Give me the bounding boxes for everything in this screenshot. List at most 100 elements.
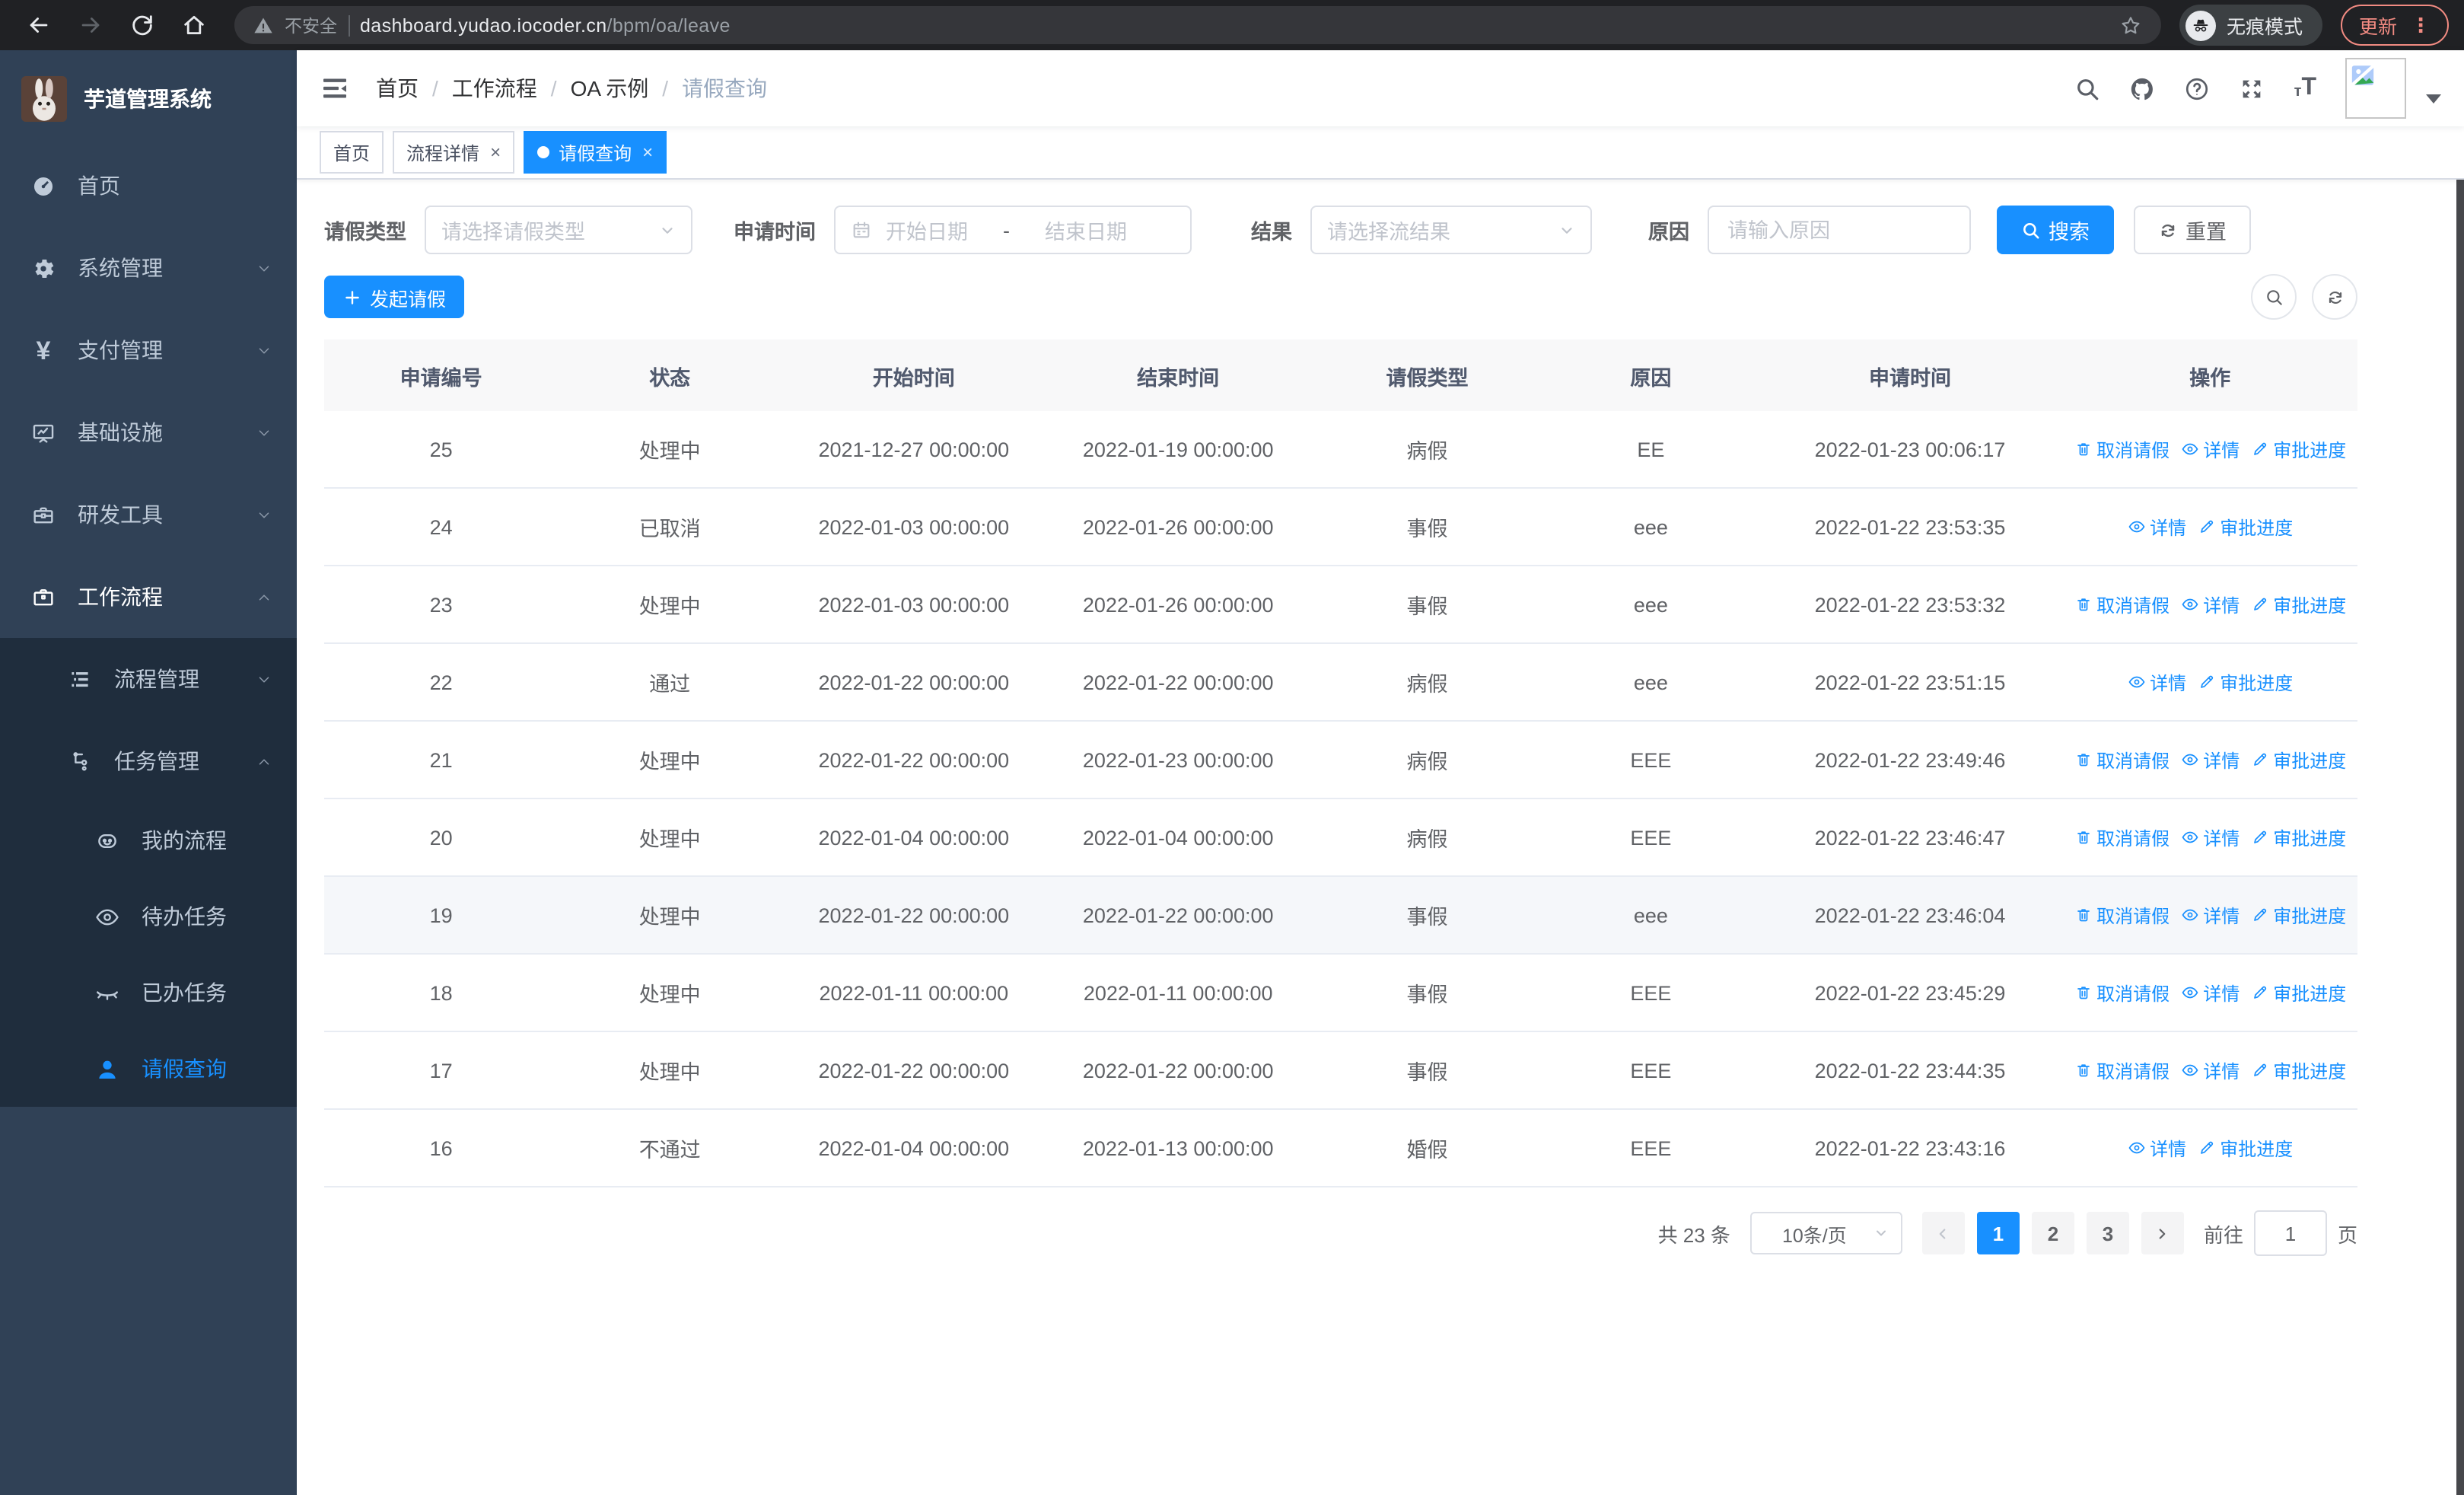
detail-action-link[interactable]: 详情	[2180, 902, 2240, 928]
browser-menu-icon[interactable]: ⋮	[2411, 13, 2431, 37]
progress-action-link[interactable]: 审批进度	[2250, 902, 2346, 928]
detail-action-link[interactable]: 详情	[2180, 591, 2240, 617]
progress-action-link[interactable]: 审批进度	[2250, 1057, 2346, 1083]
refresh-button[interactable]	[2312, 274, 2357, 320]
detail-action-link[interactable]: 详情	[2180, 747, 2240, 773]
sidebar-item-我的流程[interactable]: 我的流程	[0, 802, 297, 878]
cancel-action-link[interactable]: 取消请假	[2074, 902, 2170, 928]
page-button-3[interactable]: 3	[2086, 1212, 2129, 1254]
detail-action-link[interactable]: 详情	[2127, 669, 2186, 695]
sidebar-item-流程管理[interactable]: 流程管理	[0, 638, 297, 720]
action-label: 详情	[2203, 439, 2240, 461]
action-label: 审批进度	[2273, 439, 2347, 461]
back-icon[interactable]	[15, 4, 61, 46]
result-select[interactable]: 请选择流结果	[1310, 206, 1592, 254]
breadcrumb-item[interactable]: 工作流程	[452, 73, 537, 104]
github-icon[interactable]	[2130, 75, 2156, 101]
fullscreen-icon[interactable]	[2240, 75, 2265, 101]
avatar[interactable]	[2345, 58, 2406, 119]
chevron-down-icon	[1873, 1226, 1889, 1241]
cell-end-time: 2022-01-26 00:00:00	[1046, 488, 1310, 566]
progress-action-link[interactable]: 审批进度	[2197, 1135, 2293, 1161]
reason-input[interactable]	[1724, 217, 1954, 243]
cell-reason: eee	[1544, 488, 1758, 566]
sidebar-item-已办任务[interactable]: 已办任务	[0, 955, 297, 1031]
detail-action-link[interactable]: 详情	[2180, 980, 2240, 1006]
cancel-action-link[interactable]: 取消请假	[2074, 436, 2170, 462]
sidebar-item-首页[interactable]: 首页	[0, 145, 297, 227]
page-size-select[interactable]: 10条/页	[1749, 1212, 1902, 1254]
apply-time-range-picker[interactable]: 开始日期 - 结束日期	[834, 206, 1192, 254]
sidebar-item-待办任务[interactable]: 待办任务	[0, 878, 297, 955]
progress-action-link[interactable]: 审批进度	[2250, 747, 2346, 773]
tab-请假查询[interactable]: 请假查询 ×	[524, 131, 667, 174]
trash-icon	[2074, 983, 2092, 1002]
eye-icon	[2180, 751, 2198, 769]
progress-action-link[interactable]: 审批进度	[2250, 980, 2346, 1006]
breadcrumb-item[interactable]: OA 示例	[571, 73, 649, 104]
reset-button[interactable]: 重置	[2134, 206, 2251, 254]
goto-page-input[interactable]	[2253, 1210, 2327, 1256]
update-button[interactable]: 更新 ⋮	[2340, 5, 2449, 46]
detail-action-link[interactable]: 详情	[2180, 824, 2240, 850]
home-icon[interactable]	[170, 4, 216, 46]
page-button-1[interactable]: 1	[1976, 1212, 2020, 1254]
breadcrumb: 首页 / 工作流程 / OA 示例 / 请假查询	[376, 73, 767, 104]
sidebar-item-请假查询[interactable]: 请假查询	[0, 1031, 297, 1107]
row-actions: 取消请假 详情 审批进度	[2064, 591, 2356, 617]
reload-icon[interactable]	[119, 4, 164, 46]
column-header-操作: 操作	[2062, 339, 2357, 411]
detail-action-link[interactable]: 详情	[2127, 514, 2186, 540]
font-size-icon[interactable]: тT	[2294, 75, 2316, 100]
help-icon[interactable]	[2185, 75, 2211, 101]
cancel-action-link[interactable]: 取消请假	[2074, 1057, 2170, 1083]
sidebar-item-任务管理[interactable]: 任务管理	[0, 720, 297, 802]
window-scrollbar[interactable]	[2456, 50, 2464, 1495]
cell-status: 处理中	[558, 876, 782, 955]
sidebar-item-基础设施[interactable]: 基础设施	[0, 391, 297, 473]
show-search-button[interactable]	[2251, 274, 2297, 320]
prev-page-button[interactable]	[1921, 1212, 1965, 1254]
page-button-2[interactable]: 2	[2031, 1212, 2074, 1254]
cell-end-time: 2022-01-13 00:00:00	[1046, 1109, 1310, 1187]
app-logo[interactable]: 芋道管理系统	[0, 50, 297, 139]
tab-流程详情[interactable]: 流程详情 ×	[393, 131, 515, 174]
edit-icon	[2197, 1139, 2215, 1157]
sidebar-item-工作流程[interactable]: 工作流程	[0, 556, 297, 638]
progress-action-link[interactable]: 审批进度	[2250, 436, 2346, 462]
search-icon[interactable]	[2075, 75, 2101, 101]
progress-action-link[interactable]: 审批进度	[2197, 669, 2293, 695]
leave-type-select[interactable]: 请选择请假类型	[425, 206, 692, 254]
next-page-button[interactable]	[2141, 1212, 2184, 1254]
bookmark-star-icon[interactable]	[2119, 13, 2143, 37]
url-bar[interactable]: 不安全 dashboard.yudao.iocoder.cn/bpm/oa/le…	[234, 6, 2161, 44]
progress-action-link[interactable]: 审批进度	[2250, 824, 2346, 850]
sidebar-item-label: 基础设施	[78, 420, 163, 445]
hamburger-icon[interactable]	[320, 73, 350, 104]
detail-action-link[interactable]: 详情	[2180, 436, 2240, 462]
sidebar-item-系统管理[interactable]: 系统管理	[0, 227, 297, 309]
progress-action-link[interactable]: 审批进度	[2250, 591, 2346, 617]
detail-action-link[interactable]: 详情	[2127, 1135, 2186, 1161]
progress-action-link[interactable]: 审批进度	[2197, 514, 2293, 540]
breadcrumb-item[interactable]: 首页	[376, 73, 419, 104]
table-row: 24 已取消 2022-01-03 00:00:00 2022-01-26 00:00…	[324, 488, 2357, 566]
cancel-action-link[interactable]: 取消请假	[2074, 980, 2170, 1006]
sidebar-item-研发工具[interactable]: 研发工具	[0, 473, 297, 556]
tab-首页[interactable]: 首页	[320, 131, 384, 174]
create-leave-label: 发起请假	[370, 288, 447, 310]
edit-icon	[2250, 440, 2268, 458]
close-icon[interactable]: ×	[490, 143, 501, 161]
cancel-action-link[interactable]: 取消请假	[2074, 747, 2170, 773]
chevron-down-icon[interactable]	[2426, 94, 2441, 104]
cancel-action-link[interactable]: 取消请假	[2074, 591, 2170, 617]
forward-icon[interactable]	[67, 4, 113, 46]
detail-action-link[interactable]: 详情	[2180, 1057, 2240, 1083]
chevron-down-icon	[659, 222, 676, 238]
sidebar-item-支付管理[interactable]: ¥ 支付管理	[0, 309, 297, 391]
search-button[interactable]: 搜索	[1997, 206, 2114, 254]
close-icon[interactable]: ×	[642, 143, 653, 161]
sidebar-item-label: 请假查询	[142, 1057, 227, 1081]
create-leave-button[interactable]: 发起请假	[324, 276, 465, 318]
cancel-action-link[interactable]: 取消请假	[2074, 824, 2170, 850]
